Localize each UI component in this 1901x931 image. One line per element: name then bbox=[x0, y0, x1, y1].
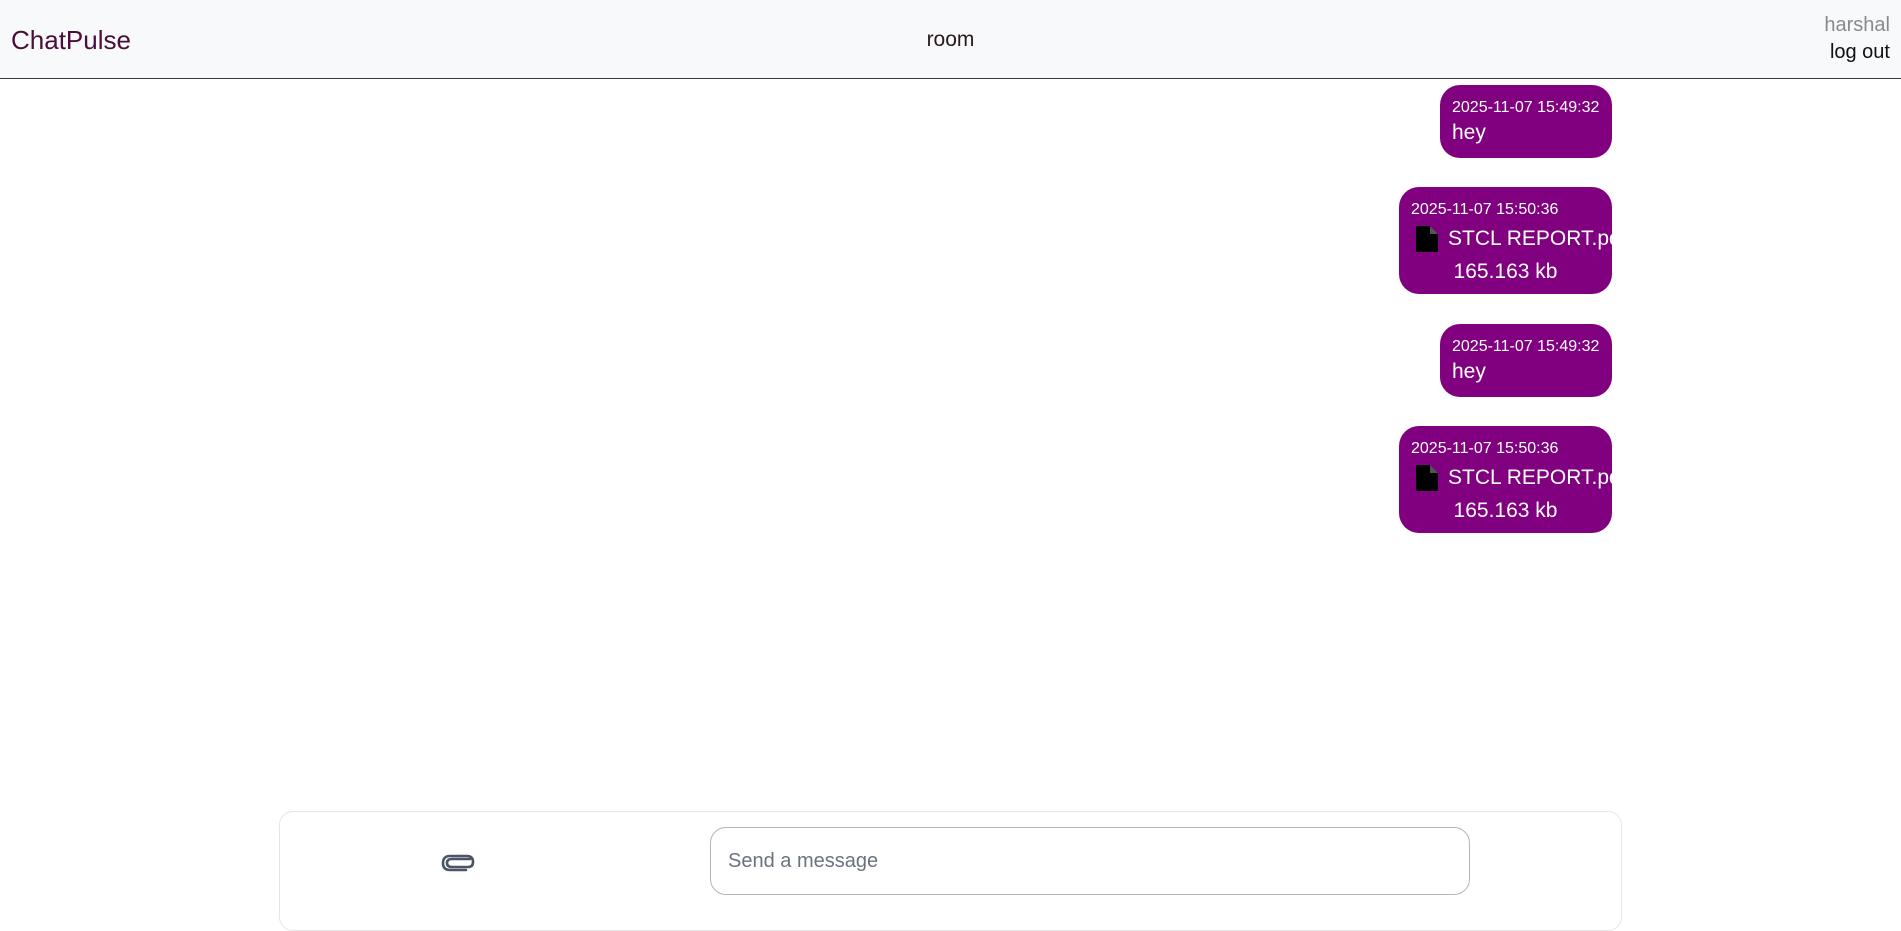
message-input[interactable] bbox=[710, 827, 1470, 895]
message-list[interactable]: 2025-11-07 15:49:32 hey 2025-11-07 15:50… bbox=[0, 79, 1901, 799]
message-text: hey bbox=[1452, 121, 1486, 144]
file-message-bubble[interactable]: 2025-11-07 15:50:36 STCL REPORT.pdf 165.… bbox=[1399, 426, 1627, 533]
file-icon bbox=[1416, 465, 1438, 491]
message-timestamp: 2025-11-07 15:50:36 bbox=[1411, 440, 1559, 457]
message-composer bbox=[279, 811, 1622, 931]
top-navbar: ChatPulse room harshal log out bbox=[0, 0, 1901, 79]
username-label: harshal bbox=[1824, 14, 1890, 36]
file-attachment[interactable]: STCL REPORT.pdf bbox=[1411, 463, 1627, 493]
file-size: 165.163 kb bbox=[1453, 260, 1558, 283]
file-name[interactable]: STCL REPORT.pdf bbox=[1448, 224, 1627, 254]
paperclip-icon[interactable] bbox=[440, 850, 476, 874]
message-text: hey bbox=[1452, 360, 1486, 383]
user-menu: harshal log out bbox=[1824, 12, 1890, 66]
brand-logo[interactable]: ChatPulse bbox=[11, 24, 131, 56]
file-icon bbox=[1416, 226, 1438, 252]
logout-link[interactable]: log out bbox=[1824, 38, 1890, 66]
room-name: room bbox=[926, 28, 975, 51]
message-timestamp: 2025-11-07 15:50:36 bbox=[1411, 201, 1559, 218]
message-timestamp: 2025-11-07 15:49:32 bbox=[1452, 99, 1600, 116]
message-bubble: 2025-11-07 15:49:32 hey bbox=[1440, 324, 1612, 397]
message-timestamp: 2025-11-07 15:49:32 bbox=[1452, 338, 1600, 355]
file-name[interactable]: STCL REPORT.pdf bbox=[1448, 463, 1627, 493]
message-bubble: 2025-11-07 15:49:32 hey bbox=[1440, 85, 1612, 158]
file-size: 165.163 kb bbox=[1453, 499, 1558, 522]
file-message-bubble[interactable]: 2025-11-07 15:50:36 STCL REPORT.pdf 165.… bbox=[1399, 187, 1627, 294]
file-attachment[interactable]: STCL REPORT.pdf bbox=[1411, 224, 1627, 254]
